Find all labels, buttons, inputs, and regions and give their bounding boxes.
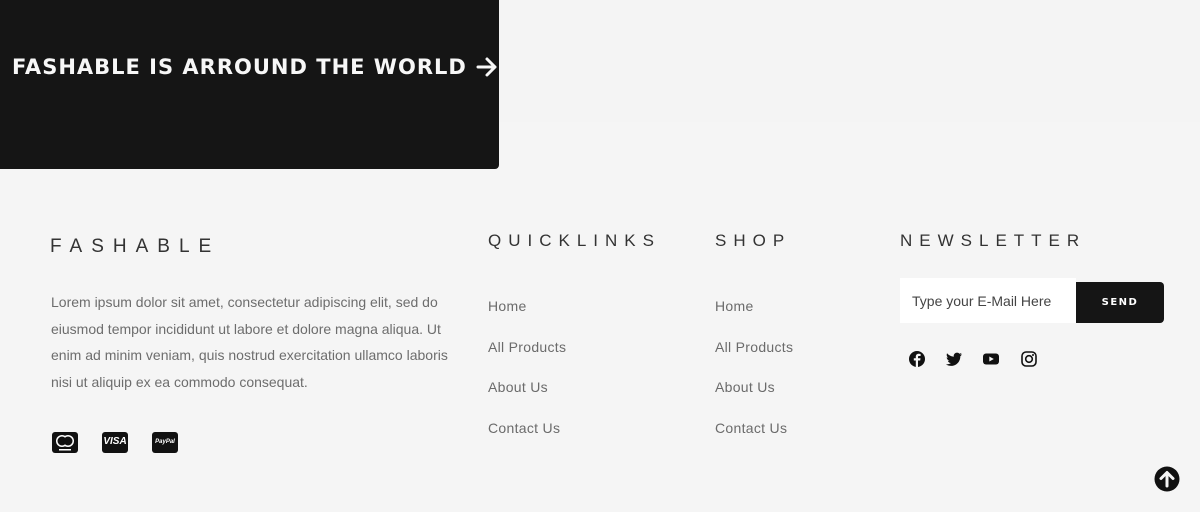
newsletter-send-button[interactable]: SEND	[1076, 282, 1164, 323]
quicklink-about-us[interactable]: About Us	[488, 379, 548, 395]
quicklink-all-products[interactable]: All Products	[488, 339, 566, 355]
shop-link-all-products[interactable]: All Products	[715, 339, 793, 355]
newsletter-email-input[interactable]	[900, 278, 1076, 323]
shop-link-item[interactable]: About Us	[715, 379, 793, 420]
shop-link-contact-us[interactable]: Contact Us	[715, 420, 787, 436]
newsletter-form: SEND	[900, 278, 1164, 323]
shop-link-item[interactable]: Home	[715, 298, 793, 339]
quicklink-item[interactable]: Contact Us	[488, 420, 566, 461]
footer-brand: FASHABLE	[50, 236, 221, 257]
shop-link-item[interactable]: All Products	[715, 339, 793, 380]
banner-title: FASHABLE IS ARROUND THE WORLD	[12, 55, 467, 79]
quicklinks-list: Home All Products About Us Contact Us	[488, 298, 566, 461]
shop-heading: SHOP	[715, 231, 792, 250]
footer-about-text: Lorem ipsum dolor sit amet, consectetur …	[51, 294, 448, 390]
shop-link-home[interactable]: Home	[715, 298, 754, 314]
quicklink-home[interactable]: Home	[488, 298, 527, 314]
arrow-right-icon[interactable]	[476, 55, 498, 79]
footer-page: FASHABLE IS ARROUND THE WORLD FASHABLE L…	[0, 0, 1200, 512]
newsletter-heading: NEWSLETTER	[900, 231, 1087, 250]
facebook-icon[interactable]	[908, 350, 926, 368]
visa-icon: VISA	[102, 432, 128, 453]
quicklink-item[interactable]: All Products	[488, 339, 566, 380]
shop-link-item[interactable]: Contact Us	[715, 420, 793, 461]
youtube-icon[interactable]	[982, 350, 1000, 368]
quicklinks-heading: QUICKLINKS	[488, 231, 661, 250]
shop-link-about-us[interactable]: About Us	[715, 379, 775, 395]
quicklink-item[interactable]: About Us	[488, 379, 566, 420]
quicklink-item[interactable]: Home	[488, 298, 566, 339]
paypal-icon: PayPal	[152, 432, 178, 453]
shop-links-list: Home All Products About Us Contact Us	[715, 298, 793, 461]
quicklink-contact-us[interactable]: Contact Us	[488, 420, 560, 436]
twitter-icon[interactable]	[945, 350, 963, 368]
arrow-up-circle-icon[interactable]	[1154, 466, 1180, 492]
promo-banner[interactable]: FASHABLE IS ARROUND THE WORLD	[0, 0, 499, 169]
instagram-icon[interactable]	[1020, 350, 1038, 368]
mastercard-icon	[52, 432, 78, 453]
